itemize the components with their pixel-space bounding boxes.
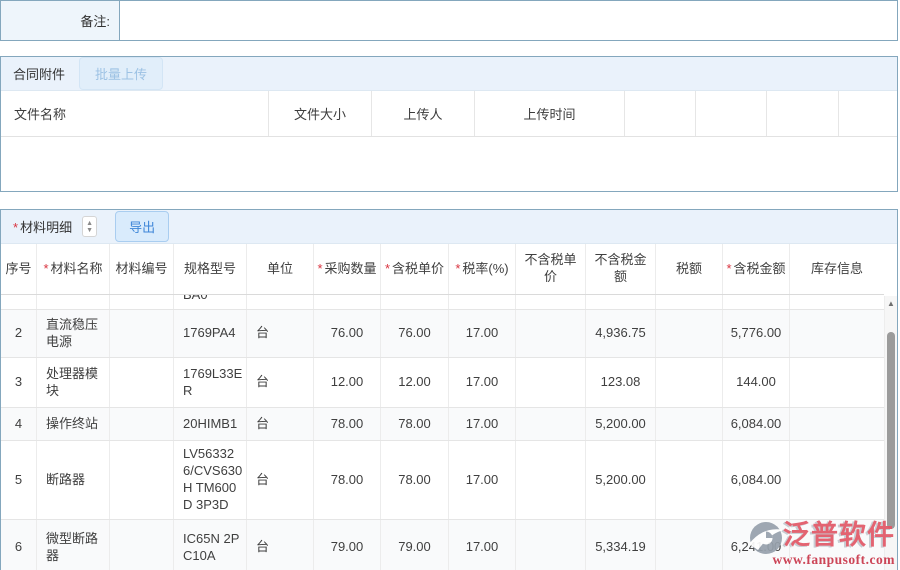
column-file-size: 文件大小 bbox=[269, 91, 372, 136]
column-net-amount: 不含税金额 bbox=[586, 244, 656, 294]
column-gross-amount: *含税金额 bbox=[723, 244, 790, 294]
column-empty-3 bbox=[767, 91, 839, 136]
spinner-down-icon[interactable]: ▼ bbox=[86, 227, 93, 234]
column-empty-1 bbox=[625, 91, 696, 136]
scrollbar-thumb[interactable] bbox=[887, 332, 895, 529]
column-file-name: 文件名称 bbox=[1, 91, 269, 136]
attachments-table-header: 文件名称 文件大小 上传人 上传时间 bbox=[1, 91, 897, 137]
column-purchase-qty: *采购数量 bbox=[314, 244, 381, 294]
table-row: 2 直流稳压电源 1769PA4 台 76.00 76.00 17.00 4,9… bbox=[1, 310, 884, 358]
table-row-partial: BA0 bbox=[1, 295, 884, 310]
column-unit: 单位 bbox=[247, 244, 314, 294]
column-tax-amount: 税额 bbox=[656, 244, 723, 294]
materials-header-bar: *材料明细 ▲ ▼ 导出 bbox=[1, 210, 897, 244]
materials-table-header: 序号 *材料名称 材料编号 规格型号 单位 *采购数量 *含税单价 *税率(%)… bbox=[1, 244, 884, 295]
attachments-title: 合同附件 bbox=[13, 64, 65, 83]
table-row: 3 处理器模块 1769L33ER 台 12.00 12.00 17.00 12… bbox=[1, 358, 884, 408]
attachments-header-bar: 合同附件 批量上传 bbox=[1, 57, 897, 91]
column-material-name: *材料名称 bbox=[37, 244, 110, 294]
spinner-up-icon[interactable]: ▲ bbox=[86, 220, 93, 227]
required-marker: * bbox=[13, 220, 18, 235]
scroll-up-icon[interactable]: ▲ bbox=[885, 296, 897, 310]
vertical-scrollbar[interactable]: ▲ bbox=[884, 296, 897, 570]
column-uploader: 上传人 bbox=[372, 91, 475, 136]
column-net-price: 不含税单价 bbox=[516, 244, 586, 294]
column-stock-info: 库存信息 bbox=[790, 244, 884, 294]
materials-panel: *材料明细 ▲ ▼ 导出 序号 *材料名称 材料编号 规格型号 单位 *采购数量… bbox=[0, 209, 898, 570]
materials-table: 序号 *材料名称 材料编号 规格型号 单位 *采购数量 *含税单价 *税率(%)… bbox=[1, 244, 884, 570]
materials-title: *材料明细 bbox=[13, 217, 72, 237]
clipped-spec-text: BA0 bbox=[183, 295, 208, 304]
contract-attachments-panel: 合同附件 批量上传 文件名称 文件大小 上传人 上传时间 bbox=[0, 56, 898, 192]
column-spec-model: 规格型号 bbox=[174, 244, 247, 294]
column-tax-price: *含税单价 bbox=[381, 244, 449, 294]
column-upload-time: 上传时间 bbox=[475, 91, 625, 136]
page: 备注: 合同附件 批量上传 文件名称 文件大小 上传人 上传时间 *材料明细 ▲ bbox=[0, 0, 900, 570]
column-material-code: 材料编号 bbox=[110, 244, 174, 294]
remark-row: 备注: bbox=[0, 0, 898, 41]
column-empty-2 bbox=[696, 91, 767, 136]
column-empty-4 bbox=[839, 91, 897, 136]
column-seq: 序号 bbox=[1, 244, 37, 294]
table-row: 4 操作终站 20HIMB1 台 78.00 78.00 17.00 5,200… bbox=[1, 408, 884, 441]
remark-label: 备注: bbox=[1, 1, 120, 40]
table-row: 6 微型断路器 IC65N 2P C10A 台 79.00 79.00 17.0… bbox=[1, 520, 884, 570]
batch-upload-button[interactable]: 批量上传 bbox=[79, 57, 163, 90]
spinner-icon[interactable]: ▲ ▼ bbox=[82, 216, 97, 237]
column-tax-rate: *税率(%) bbox=[449, 244, 516, 294]
table-row: 5 断路器 LV563326/CVS630H TM600D 3P3D 台 78.… bbox=[1, 441, 884, 520]
attachments-table-body bbox=[1, 137, 897, 191]
remark-input[interactable] bbox=[120, 1, 897, 40]
export-button[interactable]: 导出 bbox=[115, 211, 169, 242]
